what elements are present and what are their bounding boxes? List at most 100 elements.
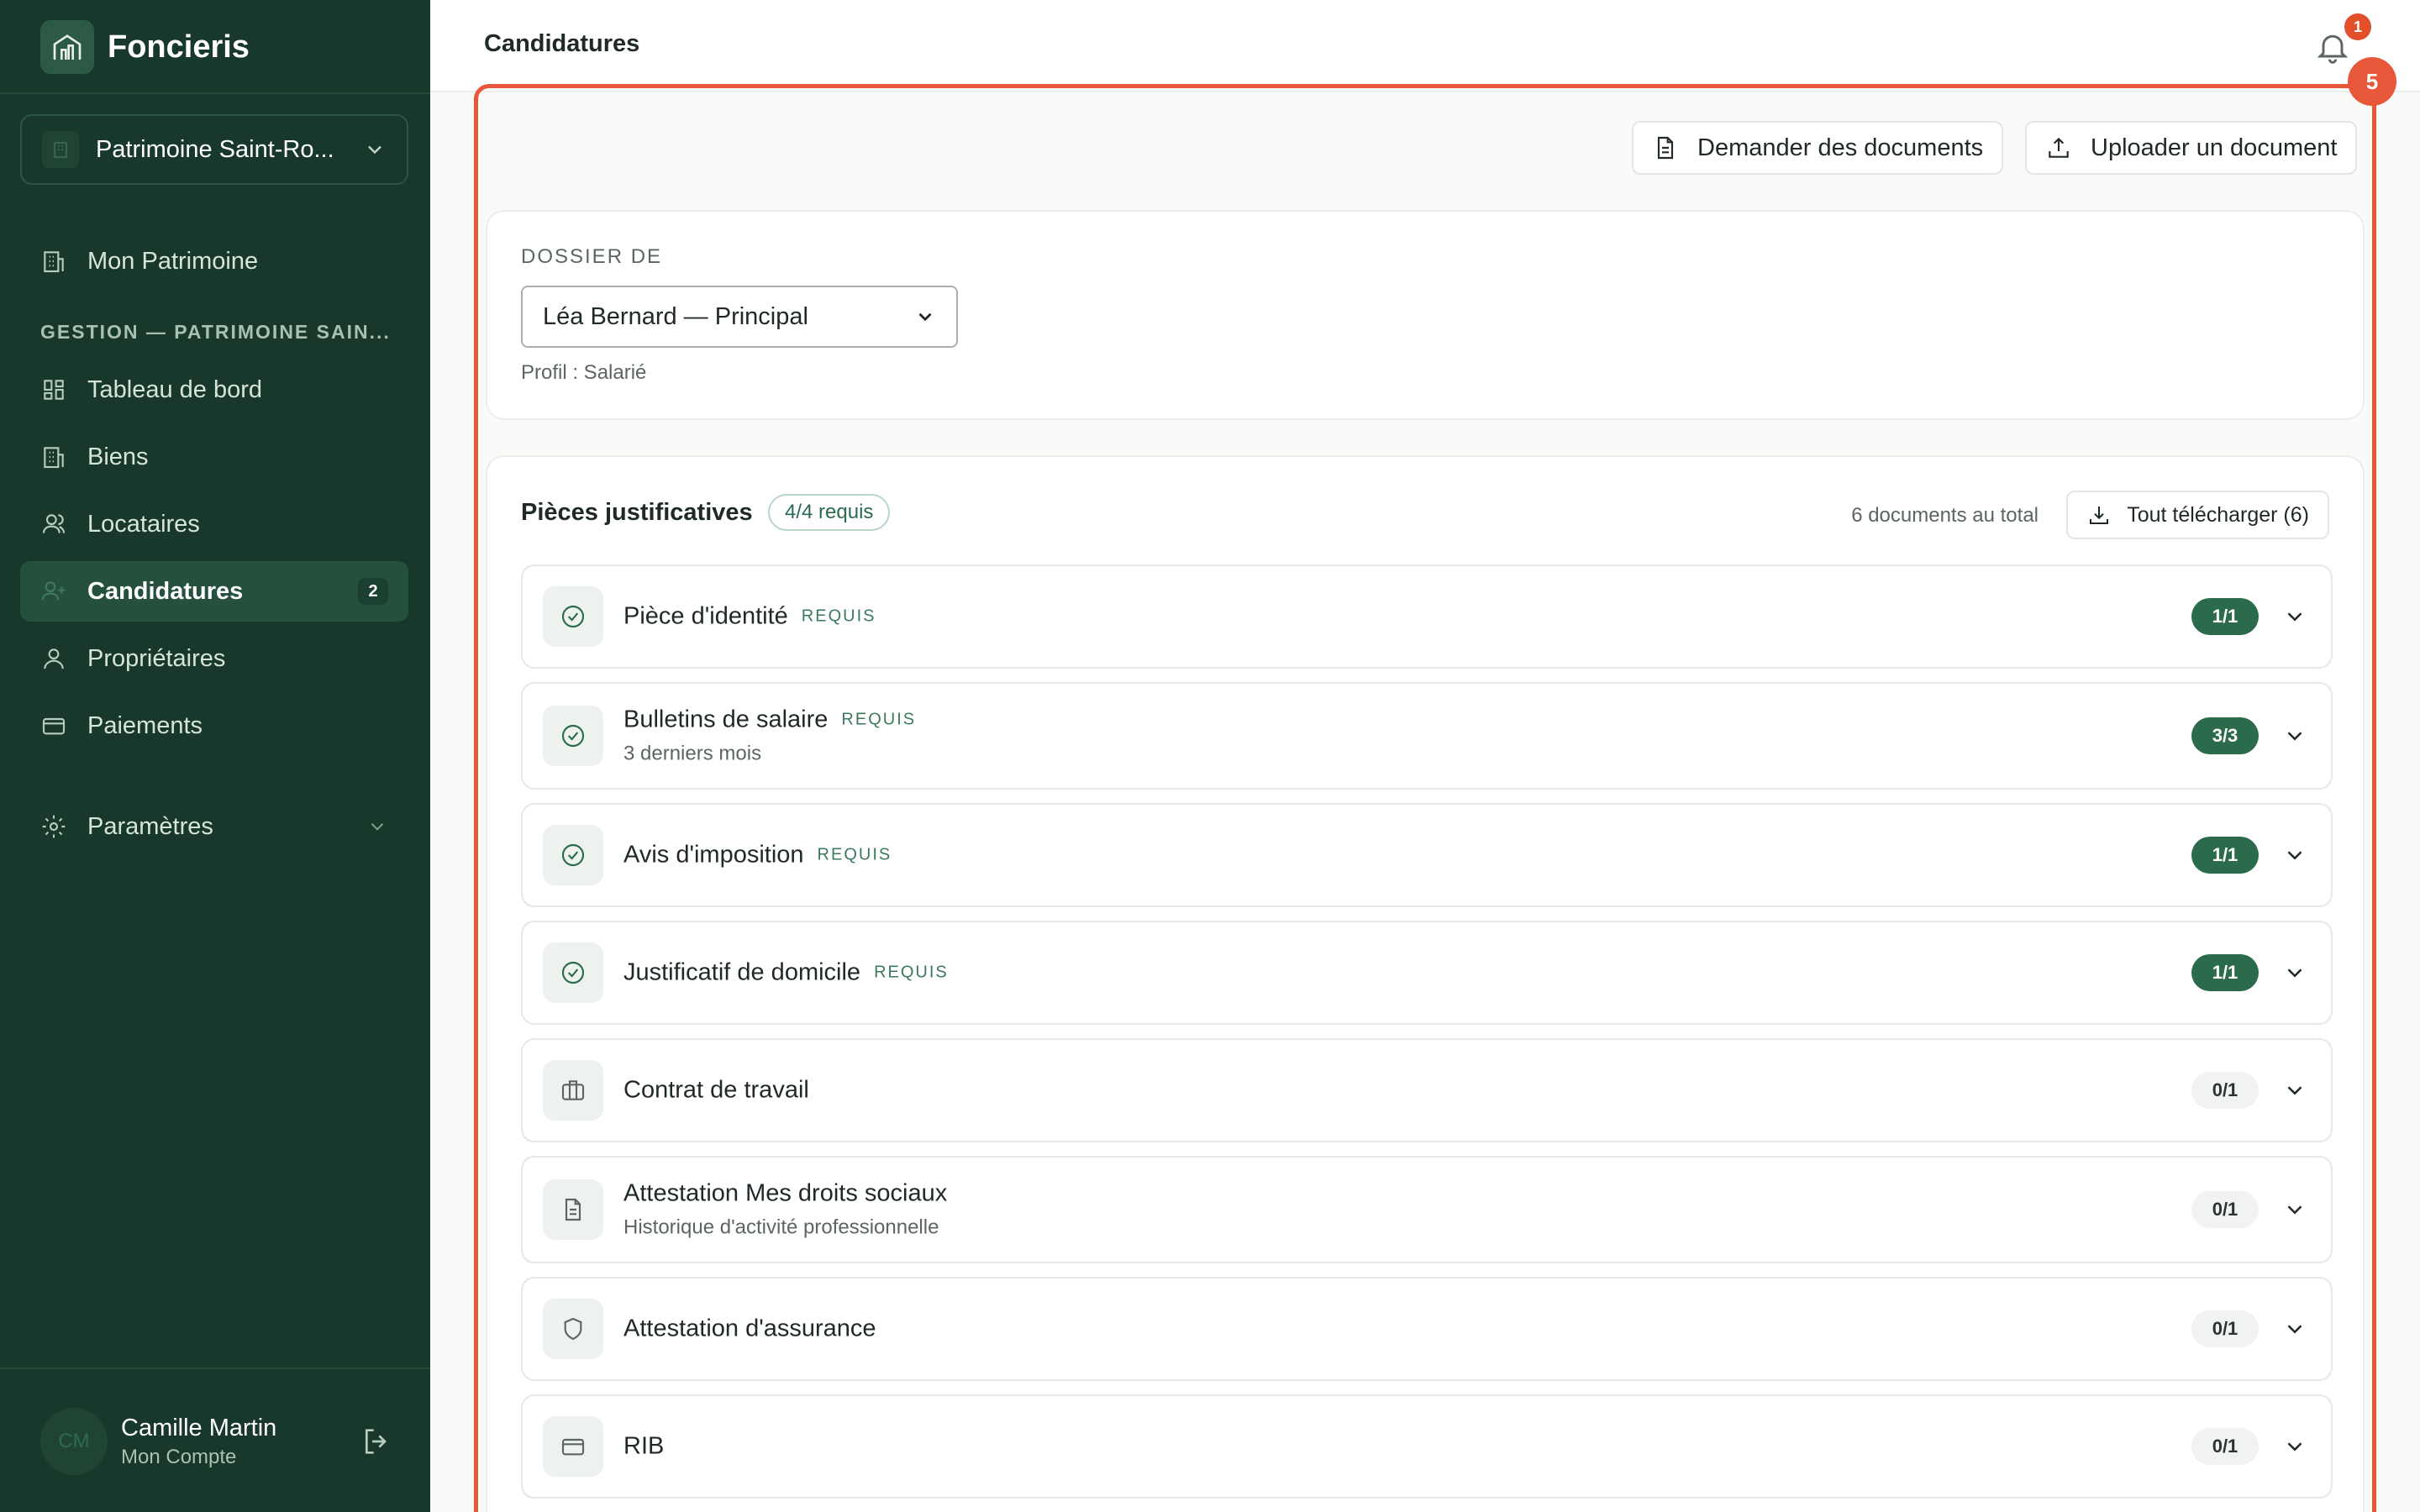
page-title: Candidatures bbox=[484, 30, 640, 57]
nav-label: Candidatures bbox=[87, 577, 244, 605]
document-row-contrat-travail[interactable]: Contrat de travail 0/1 bbox=[521, 1038, 2333, 1142]
notification-badge: 1 bbox=[2344, 13, 2371, 40]
chevron-down-icon bbox=[918, 312, 932, 322]
chevron-down-icon[interactable] bbox=[2282, 1434, 2307, 1459]
download-all-button[interactable]: Tout télécharger (6) bbox=[2066, 491, 2329, 539]
brand-name: Foncieris bbox=[108, 29, 250, 65]
gear-icon bbox=[42, 815, 66, 838]
nav-mon-patrimoine[interactable]: Mon Patrimoine bbox=[20, 231, 408, 291]
document-icon bbox=[1657, 136, 1674, 160]
briefcase-icon bbox=[543, 1060, 603, 1121]
nav-label: Biens bbox=[87, 443, 149, 470]
document-row-rib[interactable]: RIB 0/1 bbox=[521, 1394, 2333, 1499]
nav-candidatures[interactable]: Candidatures 2 bbox=[20, 561, 408, 622]
download-icon bbox=[2090, 507, 2109, 524]
document-count-badge: 3/3 bbox=[2191, 717, 2259, 754]
org-selector[interactable]: Patrimoine Saint-Ro... bbox=[20, 114, 408, 185]
nav-label: Tableau de bord bbox=[87, 375, 262, 403]
nav-label: Locataires bbox=[87, 510, 200, 538]
nav-label: Mon Patrimoine bbox=[87, 247, 259, 275]
sidebar-divider bbox=[0, 1368, 430, 1369]
document-name: Attestation Mes droits sociaux bbox=[623, 1179, 948, 1207]
check-circle-icon bbox=[543, 825, 603, 885]
required-tag: REQUIS bbox=[801, 606, 876, 626]
document-count-badge: 0/1 bbox=[2191, 1428, 2259, 1465]
nav-proprietaires[interactable]: Propriétaires bbox=[20, 628, 408, 689]
building-logo-icon bbox=[40, 20, 94, 74]
document-row-attestation-assurance[interactable]: Attestation d'assurance 0/1 bbox=[521, 1277, 2333, 1381]
card-icon bbox=[543, 1416, 603, 1477]
document-name: RIB bbox=[623, 1432, 665, 1460]
document-name: Avis d'imposition bbox=[623, 841, 804, 869]
chevron-down-icon[interactable] bbox=[2282, 1316, 2307, 1341]
dossier-card: DOSSIER DE Léa Bernard — Principal Profi… bbox=[486, 210, 2365, 420]
document-name: Bulletins de salaire bbox=[623, 706, 829, 733]
document-row-justificatif-domicile[interactable]: Justificatif de domicile REQUIS 1/1 bbox=[521, 921, 2333, 1025]
document-count-badge: 1/1 bbox=[2191, 837, 2259, 874]
brand[interactable]: Foncieris bbox=[40, 20, 250, 74]
user-account[interactable]: CM Camille Martin Mon Compte bbox=[40, 1404, 393, 1478]
document-name: Contrat de travail bbox=[623, 1076, 809, 1104]
chevron-down-icon bbox=[371, 822, 384, 831]
nav-parametres[interactable]: Paramètres bbox=[20, 796, 408, 857]
credit-card-icon bbox=[42, 717, 66, 735]
sidebar: Foncieris Patrimoine Saint-Ro... Mon Pat… bbox=[0, 0, 430, 1512]
count-badge: 2 bbox=[358, 578, 388, 605]
nav-biens[interactable]: Biens bbox=[20, 427, 408, 487]
highlight-step-badge: 5 bbox=[2348, 57, 2396, 106]
required-tag: REQUIS bbox=[817, 845, 892, 864]
org-name: Patrimoine Saint-Ro... bbox=[96, 135, 334, 163]
chevron-down-icon[interactable] bbox=[2282, 960, 2307, 985]
document-subtitle: Historique d'activité professionnelle bbox=[623, 1215, 939, 1239]
dossier-label: DOSSIER DE bbox=[521, 245, 663, 268]
users-icon bbox=[42, 514, 66, 533]
button-label: Demander des documents bbox=[1697, 134, 1984, 161]
document-subtitle: 3 derniers mois bbox=[623, 742, 762, 765]
nav-locataires[interactable]: Locataires bbox=[20, 494, 408, 554]
upload-document-button[interactable]: Uploader un document bbox=[2025, 121, 2358, 175]
request-documents-button[interactable]: Demander des documents bbox=[1632, 121, 2004, 175]
building-icon bbox=[44, 447, 64, 469]
required-tag: REQUIS bbox=[841, 710, 917, 729]
document-row-attestation-droits-sociaux[interactable]: Attestation Mes droits sociaux Historiqu… bbox=[521, 1156, 2333, 1263]
chevron-down-icon[interactable] bbox=[2282, 604, 2307, 629]
bell-icon[interactable] bbox=[2314, 29, 2351, 66]
check-circle-icon bbox=[543, 942, 603, 1003]
required-tag: REQUIS bbox=[874, 963, 949, 982]
nav-paiements[interactable]: Paiements bbox=[20, 696, 408, 756]
document-name: Attestation d'assurance bbox=[623, 1315, 876, 1342]
nav-label: Paramètres bbox=[87, 812, 213, 840]
avatar: CM bbox=[40, 1408, 108, 1475]
document-name: Pièce d'identité bbox=[623, 602, 788, 630]
button-label: Uploader un document bbox=[2091, 134, 2338, 161]
chevron-down-icon[interactable] bbox=[2282, 843, 2307, 868]
check-circle-icon bbox=[543, 586, 603, 647]
document-row-avis-imposition[interactable]: Avis d'imposition REQUIS 1/1 bbox=[521, 803, 2333, 907]
document-row-piece-identite[interactable]: Pièce d'identité REQUIS 1/1 bbox=[521, 564, 2333, 669]
building-icon bbox=[44, 251, 64, 273]
document-row-bulletins-salaire[interactable]: Bulletins de salaire REQUIS 3 derniers m… bbox=[521, 682, 2333, 790]
document-count-badge: 0/1 bbox=[2191, 1310, 2259, 1347]
select-value: Léa Bernard — Principal bbox=[543, 302, 808, 330]
user-name: Camille Martin bbox=[121, 1414, 277, 1441]
document-icon bbox=[543, 1179, 603, 1240]
dossier-select[interactable]: Léa Bernard — Principal bbox=[521, 286, 958, 348]
chevron-down-icon[interactable] bbox=[2282, 1078, 2307, 1103]
profile-text: Profil : Salarié bbox=[521, 361, 647, 384]
logout-icon[interactable] bbox=[360, 1425, 393, 1458]
check-circle-icon bbox=[543, 706, 603, 766]
chevron-down-icon bbox=[368, 145, 381, 155]
document-count-badge: 1/1 bbox=[2191, 954, 2259, 991]
document-count-badge: 0/1 bbox=[2191, 1191, 2259, 1228]
top-header: Candidatures 1 bbox=[430, 0, 2420, 92]
chevron-down-icon[interactable] bbox=[2282, 723, 2307, 748]
user-subtitle: Mon Compte bbox=[121, 1445, 237, 1468]
nav-tableau-de-bord[interactable]: Tableau de bord bbox=[20, 360, 408, 420]
sidebar-divider bbox=[0, 92, 430, 94]
button-label: Tout télécharger (6) bbox=[2127, 502, 2309, 527]
dashboard-icon bbox=[44, 380, 64, 400]
documents-title: Pièces justificatives bbox=[521, 499, 753, 526]
chevron-down-icon[interactable] bbox=[2282, 1197, 2307, 1222]
document-name: Justificatif de domicile bbox=[623, 958, 861, 986]
document-count-badge: 1/1 bbox=[2191, 598, 2259, 635]
